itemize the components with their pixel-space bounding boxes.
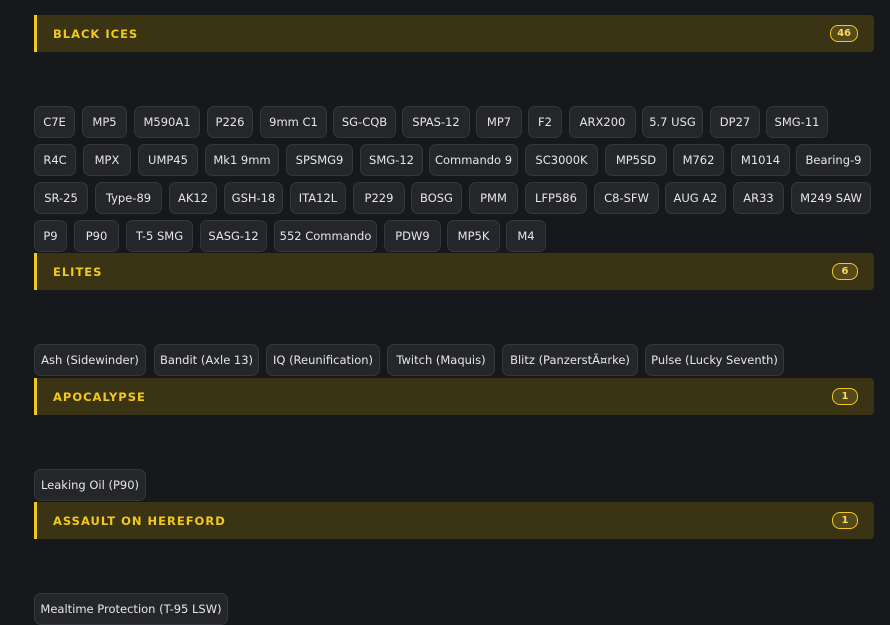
section-apocalypse: APOCALYPSE 1 Leaking Oil (P90) [34, 378, 874, 501]
skin-chip[interactable]: Ash (Sidewinder) [34, 344, 146, 376]
skin-chip[interactable]: F2 [528, 106, 562, 138]
section-elites: ELITES 6 Ash (Sidewinder) Bandit (Axle 1… [34, 253, 874, 376]
skin-chip[interactable]: 5.7 USG [642, 106, 703, 138]
skin-chip[interactable]: PMM [469, 182, 518, 214]
skin-chip[interactable]: P9 [34, 220, 67, 252]
skin-chip[interactable]: DP27 [710, 106, 760, 138]
section-header[interactable]: APOCALYPSE 1 [34, 378, 874, 415]
count-badge: 1 [832, 512, 858, 529]
skin-chip[interactable]: SMG-12 [360, 144, 423, 176]
skin-chip[interactable]: SPAS-12 [402, 106, 470, 138]
skin-chip[interactable]: LFP586 [525, 182, 587, 214]
skin-chip[interactable]: Twitch (Maquis) [387, 344, 495, 376]
skin-chip[interactable]: M4 [506, 220, 546, 252]
skin-chip[interactable]: SG-CQB [333, 106, 396, 138]
skin-chip[interactable]: AUG A2 [665, 182, 726, 214]
skin-chip[interactable]: Bandit (Axle 13) [154, 344, 259, 376]
skin-chip[interactable]: SMG-11 [766, 106, 828, 138]
skin-chip[interactable]: Mk1 9mm [205, 144, 279, 176]
skin-chip[interactable]: MP5K [447, 220, 500, 252]
section-title: BLACK ICES [53, 26, 139, 41]
count-badge: 6 [832, 263, 858, 280]
skin-chip[interactable]: T-5 SMG [126, 220, 193, 252]
skin-chip[interactable]: AR33 [733, 182, 784, 214]
skin-chip[interactable]: P226 [207, 106, 253, 138]
skin-chip[interactable]: Bearing-9 [796, 144, 871, 176]
skin-chip[interactable]: 552 Commando [274, 220, 377, 252]
skin-chip[interactable]: ITA12L [290, 182, 346, 214]
count-badge: 46 [830, 25, 858, 42]
count-badge: 1 [832, 388, 858, 405]
skin-chip[interactable]: MP5SD [605, 144, 667, 176]
skin-chip[interactable]: IQ (Reunification) [266, 344, 380, 376]
skin-chip[interactable]: Pulse (Lucky Seventh) [645, 344, 784, 376]
skin-chip[interactable]: ARX200 [569, 106, 636, 138]
skin-chip[interactable]: MP5 [82, 106, 127, 138]
section-assault-on-hereford: ASSAULT ON HEREFORD 1 Mealtime Protectio… [34, 502, 874, 625]
skin-chip[interactable]: GSH-18 [224, 182, 283, 214]
skin-chip[interactable]: Type-89 [95, 182, 162, 214]
skin-chip[interactable]: P90 [74, 220, 119, 252]
skin-chip[interactable]: SPSMG9 [286, 144, 353, 176]
skin-chip[interactable]: 9mm C1 [260, 106, 327, 138]
skin-chip[interactable]: M590A1 [134, 106, 200, 138]
skin-chip[interactable]: Mealtime Protection (T-95 LSW) [34, 593, 228, 625]
skin-chip[interactable]: AK12 [169, 182, 217, 214]
skin-chip[interactable]: UMP45 [138, 144, 198, 176]
skin-chip[interactable]: SC3000K [525, 144, 598, 176]
skin-chip[interactable]: BOSG [411, 182, 462, 214]
skin-chip[interactable]: Leaking Oil (P90) [34, 469, 146, 501]
section-header[interactable]: BLACK ICES 46 [34, 15, 874, 52]
skin-chip[interactable]: C8-SFW [594, 182, 659, 214]
skin-chip[interactable]: M762 [673, 144, 724, 176]
skin-chip[interactable]: MP7 [476, 106, 522, 138]
skin-chip[interactable]: MPX [83, 144, 131, 176]
skin-chip[interactable]: M1014 [731, 144, 790, 176]
skin-chip[interactable]: PDW9 [384, 220, 441, 252]
skin-chip[interactable]: R4C [34, 144, 76, 176]
section-title: ASSAULT ON HEREFORD [53, 513, 226, 528]
skin-chip[interactable]: P229 [353, 182, 405, 214]
section-black-ices: BLACK ICES 46 C7E MP5 M590A1 P226 9mm C1… [34, 15, 874, 252]
section-title: ELITES [53, 264, 103, 279]
skin-chip[interactable]: Commando 9 [429, 144, 518, 176]
skin-chip[interactable]: Blitz (PanzerstÃ¤rke) [502, 344, 638, 376]
section-title: APOCALYPSE [53, 389, 146, 404]
section-header[interactable]: ASSAULT ON HEREFORD 1 [34, 502, 874, 539]
skin-chip[interactable]: SASG-12 [200, 220, 267, 252]
skin-chip[interactable]: M249 SAW [791, 182, 871, 214]
skin-chip[interactable]: SR-25 [34, 182, 88, 214]
section-header[interactable]: ELITES 6 [34, 253, 874, 290]
skin-chip[interactable]: C7E [34, 106, 75, 138]
